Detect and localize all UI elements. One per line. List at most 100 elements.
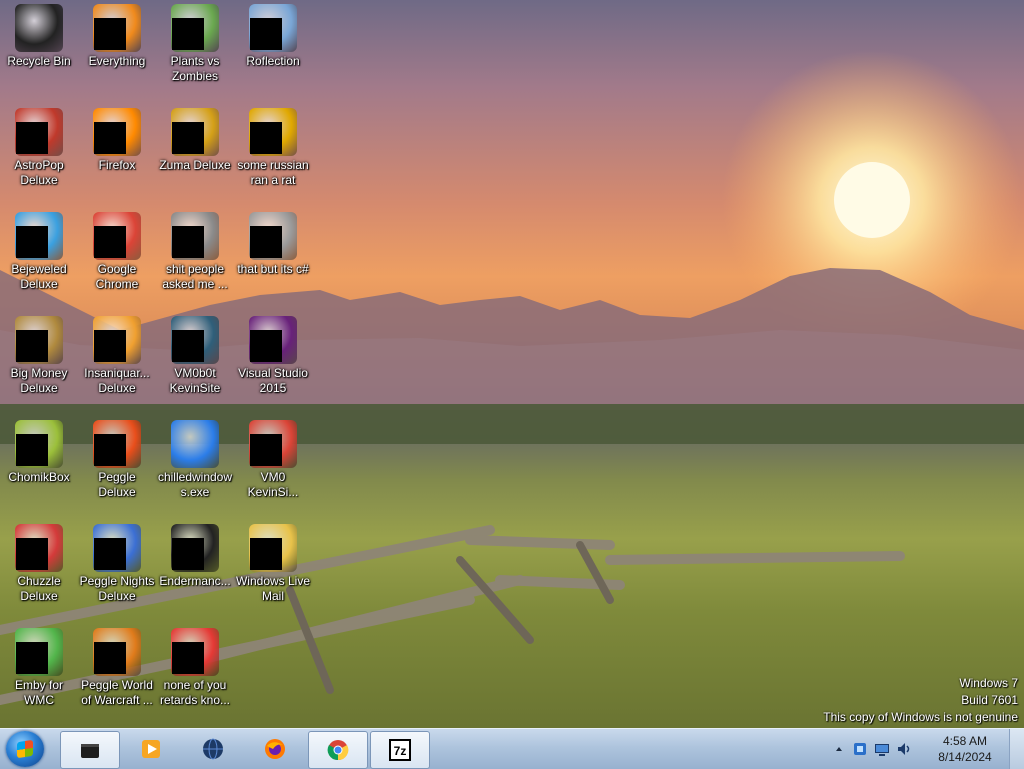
redaction-box (16, 226, 48, 258)
desktop-icon[interactable]: Everything (78, 0, 156, 69)
desktop-icon-art (171, 108, 219, 156)
desktop-icon-label: Emby for WMC (14, 678, 63, 707)
redaction-box (94, 538, 126, 570)
show-desktop-button[interactable] (1009, 729, 1024, 769)
desktop-icon-label: Peggle Deluxe (98, 470, 136, 499)
desktop-icon-art (15, 108, 63, 156)
desktop-icon[interactable]: Visual Studio 2015 (234, 312, 312, 396)
network-icon[interactable] (874, 741, 890, 757)
redaction-box (172, 642, 204, 674)
desktop-icon-art (93, 524, 141, 572)
desktop-icon[interactable]: Peggle World of Warcraft ... (78, 624, 156, 708)
desktop-icon-label: none of you retards kno... (159, 678, 231, 707)
generic-app-icon (81, 744, 99, 758)
taskbar-globe-button[interactable] (184, 731, 242, 767)
desktop-icon[interactable]: Bejeweled Deluxe (0, 208, 78, 292)
desktop-icon[interactable]: Peggle Deluxe (78, 416, 156, 500)
taskbar-clock[interactable]: 4:58 AM 8/14/2024 (930, 733, 1000, 765)
desktop-icon[interactable]: Roflection (234, 0, 312, 69)
desktop-icon-label: Windows Live Mail (235, 574, 311, 603)
taskbar-app-button[interactable] (60, 731, 120, 769)
desktop-icon[interactable]: Chuzzle Deluxe (0, 520, 78, 604)
system-tray: 4:58 AM 8/14/2024 (834, 729, 1024, 769)
recycle-bin-icon (15, 4, 63, 52)
desktop-icon[interactable]: Plants vs Zombies (156, 0, 234, 84)
desktop-icon[interactable]: VM0b0t KevinSite (156, 312, 234, 396)
desktop-icon-art (249, 4, 297, 52)
redaction-box (16, 122, 48, 154)
redaction-box (94, 18, 126, 50)
globe-icon (203, 738, 223, 760)
desktop-icon[interactable]: Google Chrome (78, 208, 156, 292)
desktop-icon-art (249, 524, 297, 572)
redaction-box (172, 18, 204, 50)
show-hidden-icons-chevron-icon[interactable] (834, 741, 844, 757)
watermark-build: Build 7601 (961, 693, 1018, 707)
desktop-icon[interactable]: Zuma Deluxe (156, 104, 234, 173)
media-player-icon (142, 740, 160, 758)
redaction-box (250, 226, 282, 258)
windows-flag-icon (171, 420, 219, 468)
redaction-box (16, 538, 48, 570)
redaction-box (94, 642, 126, 674)
desktop-icon-art (93, 316, 141, 364)
desktop-icon-art (15, 420, 63, 468)
taskbar-firefox-button[interactable] (246, 731, 304, 767)
taskbar-media-player-button[interactable] (122, 731, 180, 767)
desktop-icon[interactable]: Firefox (78, 104, 156, 173)
desktop-icon[interactable]: AstroPop Deluxe (0, 104, 78, 188)
desktop-icon-art (15, 316, 63, 364)
desktop-icon[interactable]: Endermanc... (156, 520, 234, 589)
desktop-icon[interactable]: Windows Live Mail (234, 520, 312, 604)
taskbar-chrome-button[interactable] (308, 731, 368, 769)
desktop-icon-art (15, 212, 63, 260)
desktop-icon[interactable]: none of you retards kno... (156, 624, 234, 708)
redaction-box (94, 226, 126, 258)
taskbar: 7z 4:58 AM 8/14/2024 (0, 728, 1024, 769)
desktop-icon-label: VM0 KevinSi... (247, 470, 299, 499)
desktop-icon-label: Bejeweled Deluxe (11, 262, 67, 291)
desktop-icon-label: Peggle World of Warcraft ... (81, 678, 153, 707)
redaction-box (172, 226, 204, 258)
redaction-box (172, 330, 204, 362)
desktop-icon[interactable]: chilledwindows.exe (156, 416, 234, 500)
desktop-icon[interactable]: shit people asked me ... (156, 208, 234, 292)
desktop-icon-label: shit people asked me ... (162, 262, 228, 291)
desktop-icon-art (171, 212, 219, 260)
desktop-icon-label: ChomikBox (8, 470, 70, 484)
desktop: Recycle Bin Everything Plants vs Zombies Ro… (0, 0, 1024, 728)
desktop-icon-art (249, 212, 297, 260)
desktop-icon[interactable]: Emby for WMC (0, 624, 78, 708)
redaction-box (16, 642, 48, 674)
taskbar-7zip-button[interactable]: 7z (370, 731, 430, 769)
desktop-icon[interactable]: that but its c# (234, 208, 312, 277)
desktop-icon[interactable]: Big Money Deluxe (0, 312, 78, 396)
redaction-box (94, 122, 126, 154)
redaction-box (250, 122, 282, 154)
desktop-icon-label: Everything (88, 54, 146, 68)
redaction-box (172, 122, 204, 154)
desktop-icon[interactable]: ChomikBox (0, 416, 78, 485)
firefox-icon (265, 739, 285, 759)
desktop-icon-art (249, 420, 297, 468)
volume-icon[interactable] (896, 741, 912, 757)
desktop-icon-label: Plants vs Zombies (170, 54, 220, 83)
desktop-icon-label: VM0b0t KevinSite (169, 366, 221, 395)
desktop-icon-art (171, 420, 219, 468)
desktop-icon[interactable]: VM0 KevinSi... (234, 416, 312, 500)
desktop-icon[interactable]: Peggle Nights Deluxe (78, 520, 156, 604)
desktop-icon[interactable]: Insaniquar... Deluxe (78, 312, 156, 396)
desktop-icon-label: Insaniquar... Deluxe (84, 366, 150, 395)
start-button[interactable] (6, 731, 44, 767)
start-orb-icon (17, 739, 33, 759)
redaction-box (250, 18, 282, 50)
desktop-icon[interactable]: some russian ran a rat (234, 104, 312, 188)
desktop-icon-art (15, 4, 63, 52)
tray-app-icon[interactable] (852, 741, 868, 757)
desktop-icon-label: AstroPop Deluxe (14, 158, 64, 187)
redaction-box (94, 434, 126, 466)
desktop-icon[interactable]: Recycle Bin (0, 0, 78, 69)
desktop-icon-label: Big Money Deluxe (10, 366, 68, 395)
desktop-icon-label: Endermanc... (159, 574, 231, 588)
desktop-icon-label: Visual Studio 2015 (238, 366, 308, 395)
